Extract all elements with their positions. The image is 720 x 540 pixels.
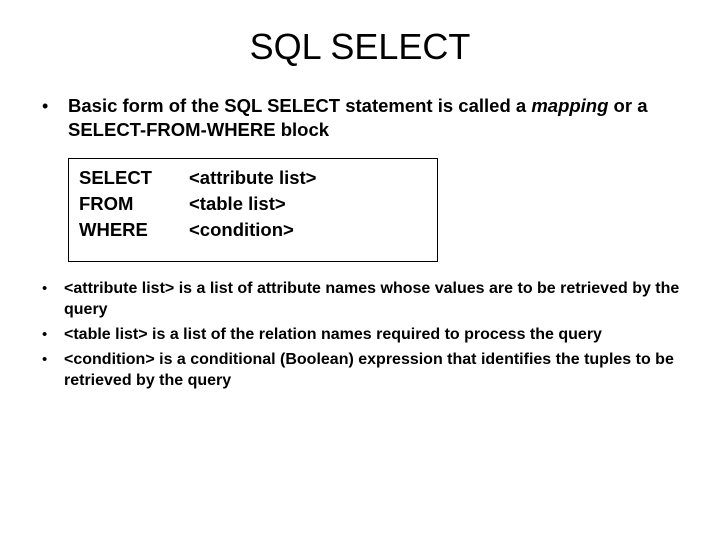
- bullet-marker: •: [40, 278, 64, 299]
- definition-text: <attribute list> is a list of attribute …: [64, 278, 680, 320]
- syntax-box: SELECT <attribute list> FROM <table list…: [68, 158, 438, 262]
- definition-text: <table list> is a list of the relation n…: [64, 324, 680, 345]
- intro-sfw: SELECT-FROM-WHERE block: [68, 119, 329, 140]
- intro-mid: or a: [608, 95, 647, 116]
- bullet-marker: •: [40, 349, 64, 370]
- syntax-keyword: WHERE: [79, 217, 189, 243]
- intro-text: Basic form of the SQL SELECT statement i…: [68, 94, 680, 142]
- bullet-marker: •: [40, 324, 64, 345]
- syntax-keyword: FROM: [79, 191, 189, 217]
- syntax-row: FROM <table list>: [79, 191, 427, 217]
- definition-bullet: • <condition> is a conditional (Boolean)…: [40, 349, 680, 391]
- intro-mapping-word: mapping: [531, 95, 608, 116]
- definition-bullet: • <table list> is a list of the relation…: [40, 324, 680, 345]
- definitions-section: • <attribute list> is a list of attribut…: [40, 278, 680, 391]
- syntax-placeholder: <attribute list>: [189, 165, 427, 191]
- definition-bullet: • <attribute list> is a list of attribut…: [40, 278, 680, 320]
- slide-title: SQL SELECT: [40, 26, 680, 68]
- bullet-marker: •: [40, 94, 68, 118]
- intro-bullet-section: • Basic form of the SQL SELECT statement…: [40, 94, 680, 142]
- definition-text: <condition> is a conditional (Boolean) e…: [64, 349, 680, 391]
- syntax-row: WHERE <condition>: [79, 217, 427, 243]
- intro-bullet: • Basic form of the SQL SELECT statement…: [40, 94, 680, 142]
- syntax-placeholder: <table list>: [189, 191, 427, 217]
- syntax-keyword: SELECT: [79, 165, 189, 191]
- syntax-placeholder: <condition>: [189, 217, 427, 243]
- intro-pre: Basic form of the SQL SELECT statement i…: [68, 95, 531, 116]
- syntax-row: SELECT <attribute list>: [79, 165, 427, 191]
